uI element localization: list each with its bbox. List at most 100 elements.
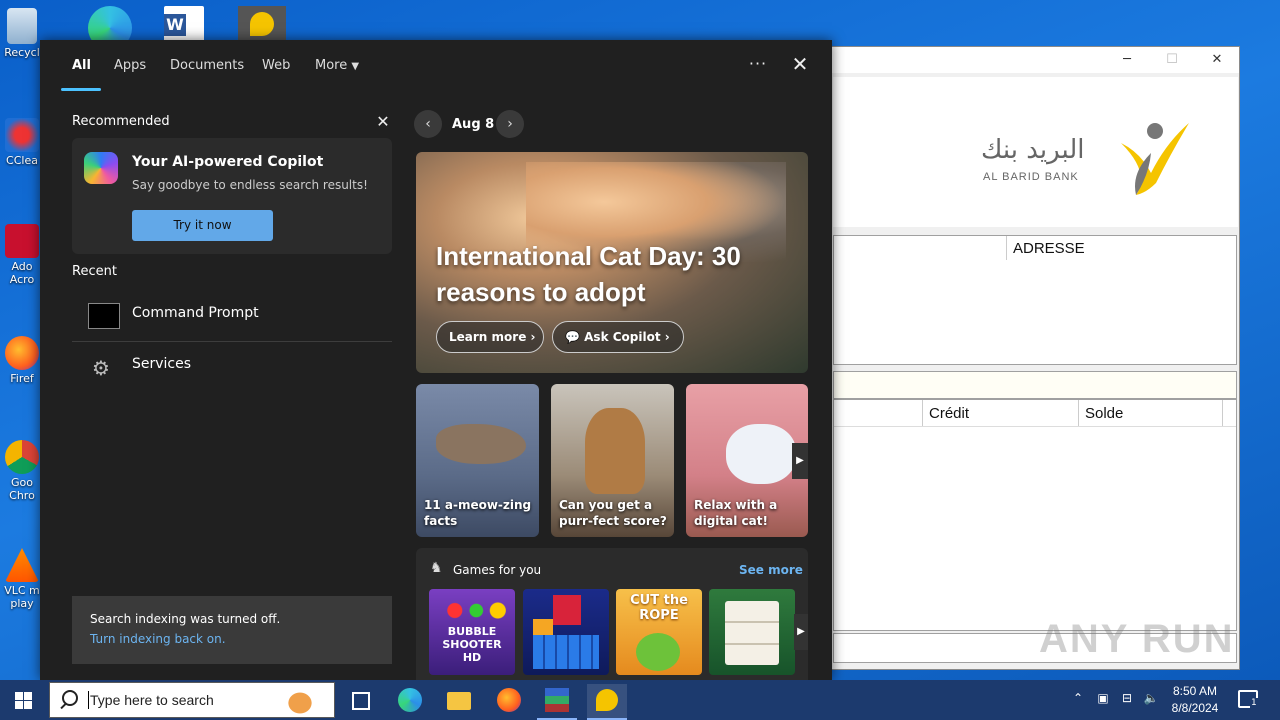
recycle-bin-icon[interactable]: Recycl — [0, 8, 44, 59]
gear-icon: ⚙ — [92, 356, 110, 380]
game-bubble-shooter[interactable]: BUBBLE SHOOTER HD — [429, 589, 515, 675]
notice-text: Search indexing was turned off. — [90, 612, 281, 626]
file-explorer-icon[interactable] — [439, 684, 479, 716]
clock-date: 8/8/2024 — [1171, 701, 1219, 715]
windows-icon — [15, 692, 32, 709]
search-placeholder: Type here to search — [90, 692, 214, 708]
tab-all[interactable]: All — [72, 54, 91, 92]
chat-icon: 💬 — [565, 330, 580, 344]
client-info-panel: ADRESSE — [833, 235, 1237, 365]
vlc-icon[interactable]: VLC m play — [0, 548, 44, 610]
search-flyout: All Apps Documents Web More ▼ ··· ✕ Reco… — [40, 40, 832, 680]
tab-more[interactable]: More ▼ — [315, 54, 359, 92]
close-icon[interactable]: ✕ — [784, 52, 816, 76]
taskbar-search-box[interactable]: Type here to search — [49, 682, 335, 718]
bank-name: AL BARID BANK — [983, 171, 1079, 183]
minimize-icon[interactable]: ─ — [1113, 51, 1141, 69]
desktop-icon-label: CClea — [6, 154, 38, 167]
recent-item-label: Services — [132, 356, 192, 372]
bank-logo-icon — [1121, 123, 1189, 195]
ask-copilot-button[interactable]: 💬 Ask Copilot › — [552, 321, 684, 353]
game-mahjong[interactable] — [709, 589, 795, 675]
adobe-acrobat-icon[interactable]: Ado Acro — [0, 224, 44, 286]
desktop-icon-label: VLC m play — [4, 584, 40, 610]
desktop-icon-label: Firef — [10, 372, 34, 385]
tile-caption: 11 a-meow-zing facts — [424, 498, 532, 528]
games-heading: Games for you — [453, 563, 542, 577]
start-button[interactable] — [0, 680, 48, 720]
column-header-adresse: ADRESSE — [1013, 240, 1085, 257]
games-icon: ♞ — [430, 560, 443, 576]
game-cut-the-rope[interactable]: CUT the ROPE — [616, 589, 702, 675]
active-tab-indicator — [61, 88, 101, 91]
desktop-icon-label: Goo Chro — [9, 476, 35, 502]
dismiss-icon[interactable]: ✕ — [372, 112, 394, 131]
command-prompt-icon — [88, 303, 120, 329]
see-more-link[interactable]: See more — [739, 563, 803, 577]
notifications-icon[interactable]: 1 — [1238, 690, 1258, 708]
tab-documents[interactable]: Documents — [170, 54, 244, 92]
volume-icon[interactable]: 🔈 — [1142, 691, 1160, 705]
date-label: Aug 8 — [452, 117, 495, 132]
column-header-credit: Crédit — [929, 405, 970, 422]
winrar-icon[interactable] — [537, 684, 577, 720]
task-view-icon[interactable] — [340, 684, 380, 716]
previous-date-button[interactable]: ‹ — [414, 110, 442, 138]
tile-purr-fect-score[interactable]: Can you get a purr-fect score? — [551, 384, 674, 537]
tab-apps[interactable]: Apps — [114, 54, 146, 92]
tile-caption: Relax with a digital cat! — [694, 498, 778, 528]
chrome-icon[interactable]: Goo Chro — [0, 440, 44, 502]
copilot-card[interactable]: Your AI-powered Copilot Say goodbye to e… — [72, 138, 392, 254]
chevron-right-icon: › — [530, 330, 536, 344]
edge-taskbar-icon[interactable] — [390, 684, 430, 716]
more-options-icon[interactable]: ··· — [742, 54, 774, 73]
firefox-taskbar-icon[interactable] — [489, 684, 529, 716]
cat-day-hero-card[interactable]: International Cat Day: 30 reasons to ado… — [416, 152, 808, 373]
cartoon-cat-image — [726, 424, 796, 484]
network-icon[interactable]: ⊟ — [1118, 691, 1136, 705]
try-it-now-button[interactable]: Try it now — [132, 210, 273, 241]
chevron-down-icon: ▼ — [351, 61, 360, 72]
al-barid-taskbar-icon[interactable] — [587, 684, 627, 720]
recommended-heading: Recommended — [72, 114, 170, 129]
firefox-icon[interactable]: Firef — [0, 336, 44, 385]
tile-caption: Can you get a purr-fect score? — [559, 498, 667, 528]
desktop-icon-label: Ado Acro — [9, 260, 35, 286]
recent-item-services[interactable]: ⚙ Services — [72, 342, 392, 392]
scroll-right-icon[interactable]: ▶ — [792, 443, 808, 479]
cat-image — [585, 408, 645, 494]
desktop-icon-label: Recycl — [4, 46, 40, 59]
copilot-title: Your AI-powered Copilot — [132, 154, 324, 170]
recent-item-command-prompt[interactable]: Command Prompt — [72, 291, 392, 341]
games-section: ♞ Games for you See more BUBBLE SHOOTER … — [416, 548, 808, 680]
scroll-right-icon[interactable]: ▶ — [794, 614, 808, 650]
column-header-solde: Solde — [1085, 405, 1124, 422]
transactions-table[interactable]: Crédit Solde — [833, 399, 1237, 631]
bank-logo: البريد بنك AL BARID BANK — [833, 77, 1238, 227]
tab-web[interactable]: Web — [262, 54, 290, 92]
input-strip[interactable] — [833, 371, 1237, 399]
copilot-icon — [84, 152, 118, 184]
ccleaner-icon[interactable]: CClea — [0, 118, 44, 167]
clock-time: 8:50 AM — [1172, 684, 1218, 698]
tile-meow-facts[interactable]: 11 a-meow-zing facts — [416, 384, 539, 537]
next-date-button[interactable]: › — [496, 110, 524, 138]
show-hidden-icons[interactable]: ⌃ — [1070, 691, 1086, 705]
indexing-notice: Search indexing was turned off. Turn ind… — [72, 596, 392, 664]
watermark: ANY RUN — [1039, 617, 1235, 661]
close-icon[interactable]: ✕ — [1203, 51, 1231, 69]
clock[interactable]: 8:50 AM 8/8/2024 — [1166, 683, 1224, 717]
hero-title: International Cat Day: 30 reasons to ado… — [436, 241, 741, 307]
maximize-icon[interactable]: ☐ — [1158, 51, 1186, 69]
turn-indexing-on-link[interactable]: Turn indexing back on. — [90, 632, 226, 646]
notification-count: 1 — [1250, 698, 1258, 708]
recent-item-label: Command Prompt — [132, 305, 259, 321]
tile-digital-cat[interactable]: Relax with a digital cat! — [686, 384, 808, 537]
bank-name-arabic: البريد بنك — [981, 135, 1085, 165]
meet-now-icon[interactable]: ▣ — [1094, 691, 1112, 705]
learn-more-button[interactable]: Learn more › — [436, 321, 544, 353]
leaping-cat-image — [436, 424, 526, 464]
chevron-right-icon: › — [664, 330, 670, 344]
cat-doodle-icon — [280, 685, 320, 715]
game-block-puzzle[interactable] — [523, 589, 609, 675]
